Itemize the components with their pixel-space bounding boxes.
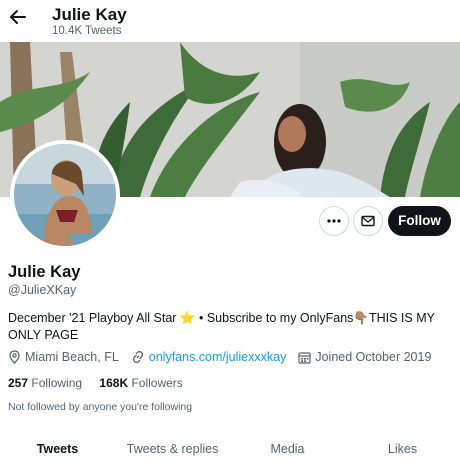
more-options-button[interactable] bbox=[319, 206, 349, 236]
tab-media[interactable]: Media bbox=[230, 430, 345, 460]
joined-text: Joined October 2019 bbox=[315, 350, 432, 364]
profile-meta: Miami Beach, FL onlyfans.com/juliexxxkay… bbox=[8, 350, 443, 364]
following-label: Following bbox=[31, 376, 83, 390]
followers-link[interactable]: 168K Followers bbox=[99, 376, 182, 390]
following-count: 257 bbox=[8, 376, 29, 390]
profile-bio: December '21 Playboy All Star ⭐ • Subscr… bbox=[8, 310, 448, 343]
tab-tweets-replies[interactable]: Tweets & replies bbox=[115, 430, 230, 460]
follow-button[interactable]: Follow bbox=[388, 206, 451, 236]
profile-name: Julie Kay bbox=[8, 263, 81, 281]
header-tweet-count: 10.4K Tweets bbox=[52, 25, 122, 37]
profile-tabs: Tweets Tweets & replies Media Likes bbox=[0, 430, 460, 460]
location-item: Miami Beach, FL bbox=[8, 350, 119, 364]
header-name: Julie Kay bbox=[52, 5, 127, 24]
envelope-icon bbox=[361, 215, 375, 227]
pointing-down-emoji: 👇🏽 bbox=[353, 311, 369, 325]
profile-avatar[interactable] bbox=[10, 140, 120, 250]
joined-item: Joined October 2019 bbox=[298, 350, 431, 364]
tab-likes[interactable]: Likes bbox=[345, 430, 460, 460]
avatar-image bbox=[14, 144, 116, 246]
bio-text-1: December '21 Playboy All Star bbox=[8, 311, 180, 325]
star-emoji: ⭐ bbox=[179, 311, 196, 325]
tab-tweets[interactable]: Tweets bbox=[0, 430, 115, 460]
profile-handle: @JulieXKay bbox=[8, 283, 77, 297]
website-item[interactable]: onlyfans.com/juliexxxkay bbox=[131, 350, 287, 364]
top-bar: Julie Kay 10.4K Tweets bbox=[0, 0, 460, 42]
bio-text-2: • Subscribe to my OnlyFans bbox=[195, 311, 354, 325]
followers-count: 168K bbox=[99, 376, 129, 390]
location-text: Miami Beach, FL bbox=[25, 350, 119, 364]
message-button[interactable] bbox=[353, 206, 383, 236]
followers-label: Followers bbox=[131, 376, 183, 390]
more-horizontal-icon bbox=[327, 219, 341, 223]
website-link[interactable]: onlyfans.com/juliexxxkay bbox=[149, 350, 287, 364]
follow-stats: 257 Following 168K Followers bbox=[8, 376, 197, 390]
link-icon bbox=[132, 351, 143, 363]
following-link[interactable]: 257 Following bbox=[8, 376, 82, 390]
social-context: Not followed by anyone you're following bbox=[8, 401, 193, 413]
back-arrow-icon[interactable] bbox=[8, 8, 28, 30]
calendar-icon bbox=[298, 351, 311, 364]
location-pin-icon bbox=[9, 350, 20, 364]
